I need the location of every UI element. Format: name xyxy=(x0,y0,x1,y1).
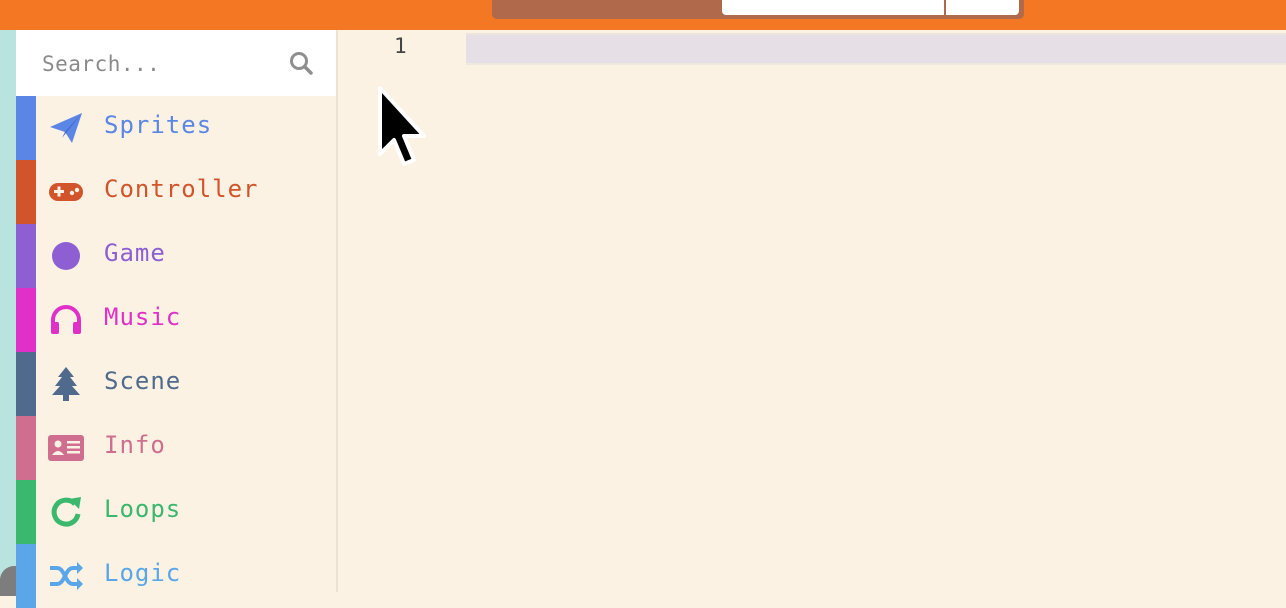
line-number: 1 xyxy=(394,34,407,58)
tree-icon xyxy=(52,367,80,401)
left-edge-strip xyxy=(0,30,16,592)
circle-icon xyxy=(52,242,80,270)
category-color-bar xyxy=(16,160,36,224)
search-icon[interactable] xyxy=(288,50,314,76)
category-label: Controller xyxy=(104,175,259,203)
refresh-icon xyxy=(51,497,81,527)
category-color-bar xyxy=(16,544,36,608)
category-loops[interactable]: Loops xyxy=(16,480,336,544)
mouse-pointer-icon xyxy=(378,86,426,166)
category-info[interactable]: Info xyxy=(16,416,336,480)
category-game[interactable]: Game xyxy=(16,224,336,288)
paper-plane-icon xyxy=(50,113,82,143)
current-line-highlight[interactable] xyxy=(466,33,1286,65)
editor-mode-toggle[interactable] xyxy=(492,0,1024,19)
shuffle-icon xyxy=(50,562,83,590)
category-controller[interactable]: Controller xyxy=(16,160,336,224)
category-label: Loops xyxy=(104,495,182,523)
search-input[interactable] xyxy=(40,46,274,82)
category-label: Info xyxy=(104,431,166,459)
category-color-bar xyxy=(16,416,36,480)
top-bar xyxy=(0,0,1286,30)
category-music[interactable]: Music xyxy=(16,288,336,352)
toolbox-search xyxy=(16,30,336,96)
gamepad-icon xyxy=(49,183,83,201)
code-workspace[interactable]: 1 xyxy=(338,30,1286,592)
toolbox: Sprites Controller Game Music xyxy=(16,30,336,608)
headphones-icon xyxy=(51,305,81,334)
mode-segment-blocks[interactable] xyxy=(722,0,944,15)
category-color-bar xyxy=(16,480,36,544)
category-color-bar xyxy=(16,352,36,416)
category-logic[interactable]: Logic xyxy=(16,544,336,608)
category-color-bar xyxy=(16,224,36,288)
category-sprites[interactable]: Sprites xyxy=(16,96,336,160)
category-color-bar xyxy=(16,288,36,352)
category-label: Logic xyxy=(104,559,182,587)
category-color-bar xyxy=(16,96,36,160)
category-label: Music xyxy=(104,303,182,331)
category-label: Scene xyxy=(104,367,182,395)
mode-segment-code[interactable] xyxy=(946,0,1019,15)
category-label: Sprites xyxy=(104,111,213,139)
category-scene[interactable]: Scene xyxy=(16,352,336,416)
id-card-icon xyxy=(48,435,84,461)
category-label: Game xyxy=(104,239,166,267)
